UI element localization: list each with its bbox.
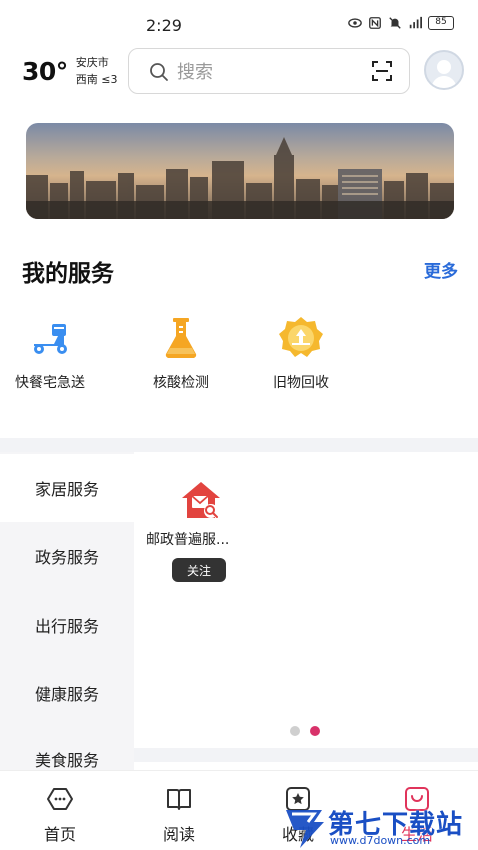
weather-meta: 安庆市 西南 ≤3 xyxy=(76,54,118,88)
services-title: 我的服务 xyxy=(22,261,114,287)
category-health[interactable]: 健康服务 xyxy=(0,659,134,727)
postal-service-label[interactable]: 邮政普遍服... xyxy=(146,529,250,549)
service-recycle[interactable]: 旧物回收 xyxy=(253,314,349,392)
status-icons: 85 xyxy=(348,16,454,30)
mute-bell-icon xyxy=(389,17,401,29)
section-divider xyxy=(0,438,478,452)
nav-read[interactable]: 阅读 xyxy=(139,785,219,845)
nfc-icon xyxy=(369,17,381,29)
city-label: 安庆市 xyxy=(75,56,109,69)
search-input[interactable] xyxy=(177,60,357,84)
city-banner[interactable] xyxy=(26,123,454,219)
book-icon xyxy=(167,789,191,810)
flask-icon xyxy=(165,318,197,359)
nav-label: 阅读 xyxy=(162,825,195,844)
category-travel[interactable]: 出行服务 xyxy=(0,591,134,659)
battery-icon: 85 xyxy=(428,16,454,30)
search-icon xyxy=(150,63,168,81)
more-link[interactable]: 更多 xyxy=(424,257,458,282)
service-label: 旧物回收 xyxy=(273,375,329,391)
pager-dot[interactable] xyxy=(290,726,300,736)
signal-icon xyxy=(409,16,422,29)
watermark-url: www.d7down.com xyxy=(330,834,431,847)
service-nucleic-test[interactable]: 核酸检测 xyxy=(133,314,229,392)
postal-house-icon[interactable] xyxy=(180,480,222,522)
search-bar[interactable] xyxy=(128,48,410,94)
avatar[interactable] xyxy=(424,50,464,90)
service-label: 快餐宅急送 xyxy=(15,375,85,391)
pager-dots xyxy=(290,726,320,736)
user-avatar-icon xyxy=(431,60,457,88)
wind-label: 西南 ≤3 xyxy=(75,73,118,86)
pager-dot-active[interactable] xyxy=(310,726,320,736)
category-home[interactable]: 家居服务 xyxy=(0,454,134,522)
status-time: 2:29 xyxy=(146,16,182,35)
category-food[interactable]: 美食服务 xyxy=(0,727,134,771)
content-divider xyxy=(134,748,478,762)
follow-button[interactable]: 关注 xyxy=(172,558,226,582)
recycle-icon xyxy=(279,317,323,357)
service-label: 核酸检测 xyxy=(153,375,209,391)
service-delivery[interactable]: 快餐宅急送 xyxy=(2,314,98,392)
eye-icon xyxy=(348,18,362,28)
category-government[interactable]: 政务服务 xyxy=(0,522,134,590)
status-bar: 2:29 85 xyxy=(0,0,478,40)
city-skyline-image xyxy=(26,123,454,219)
weather-widget[interactable]: 30° 安庆市 西南 ≤3 xyxy=(22,54,118,88)
nav-label: 首页 xyxy=(43,825,76,844)
delivery-scooter-icon xyxy=(34,324,67,354)
scan-icon[interactable] xyxy=(371,60,393,82)
temperature: 30° xyxy=(22,56,68,86)
nav-home[interactable]: 首页 xyxy=(20,785,100,845)
home-icon xyxy=(47,788,73,810)
